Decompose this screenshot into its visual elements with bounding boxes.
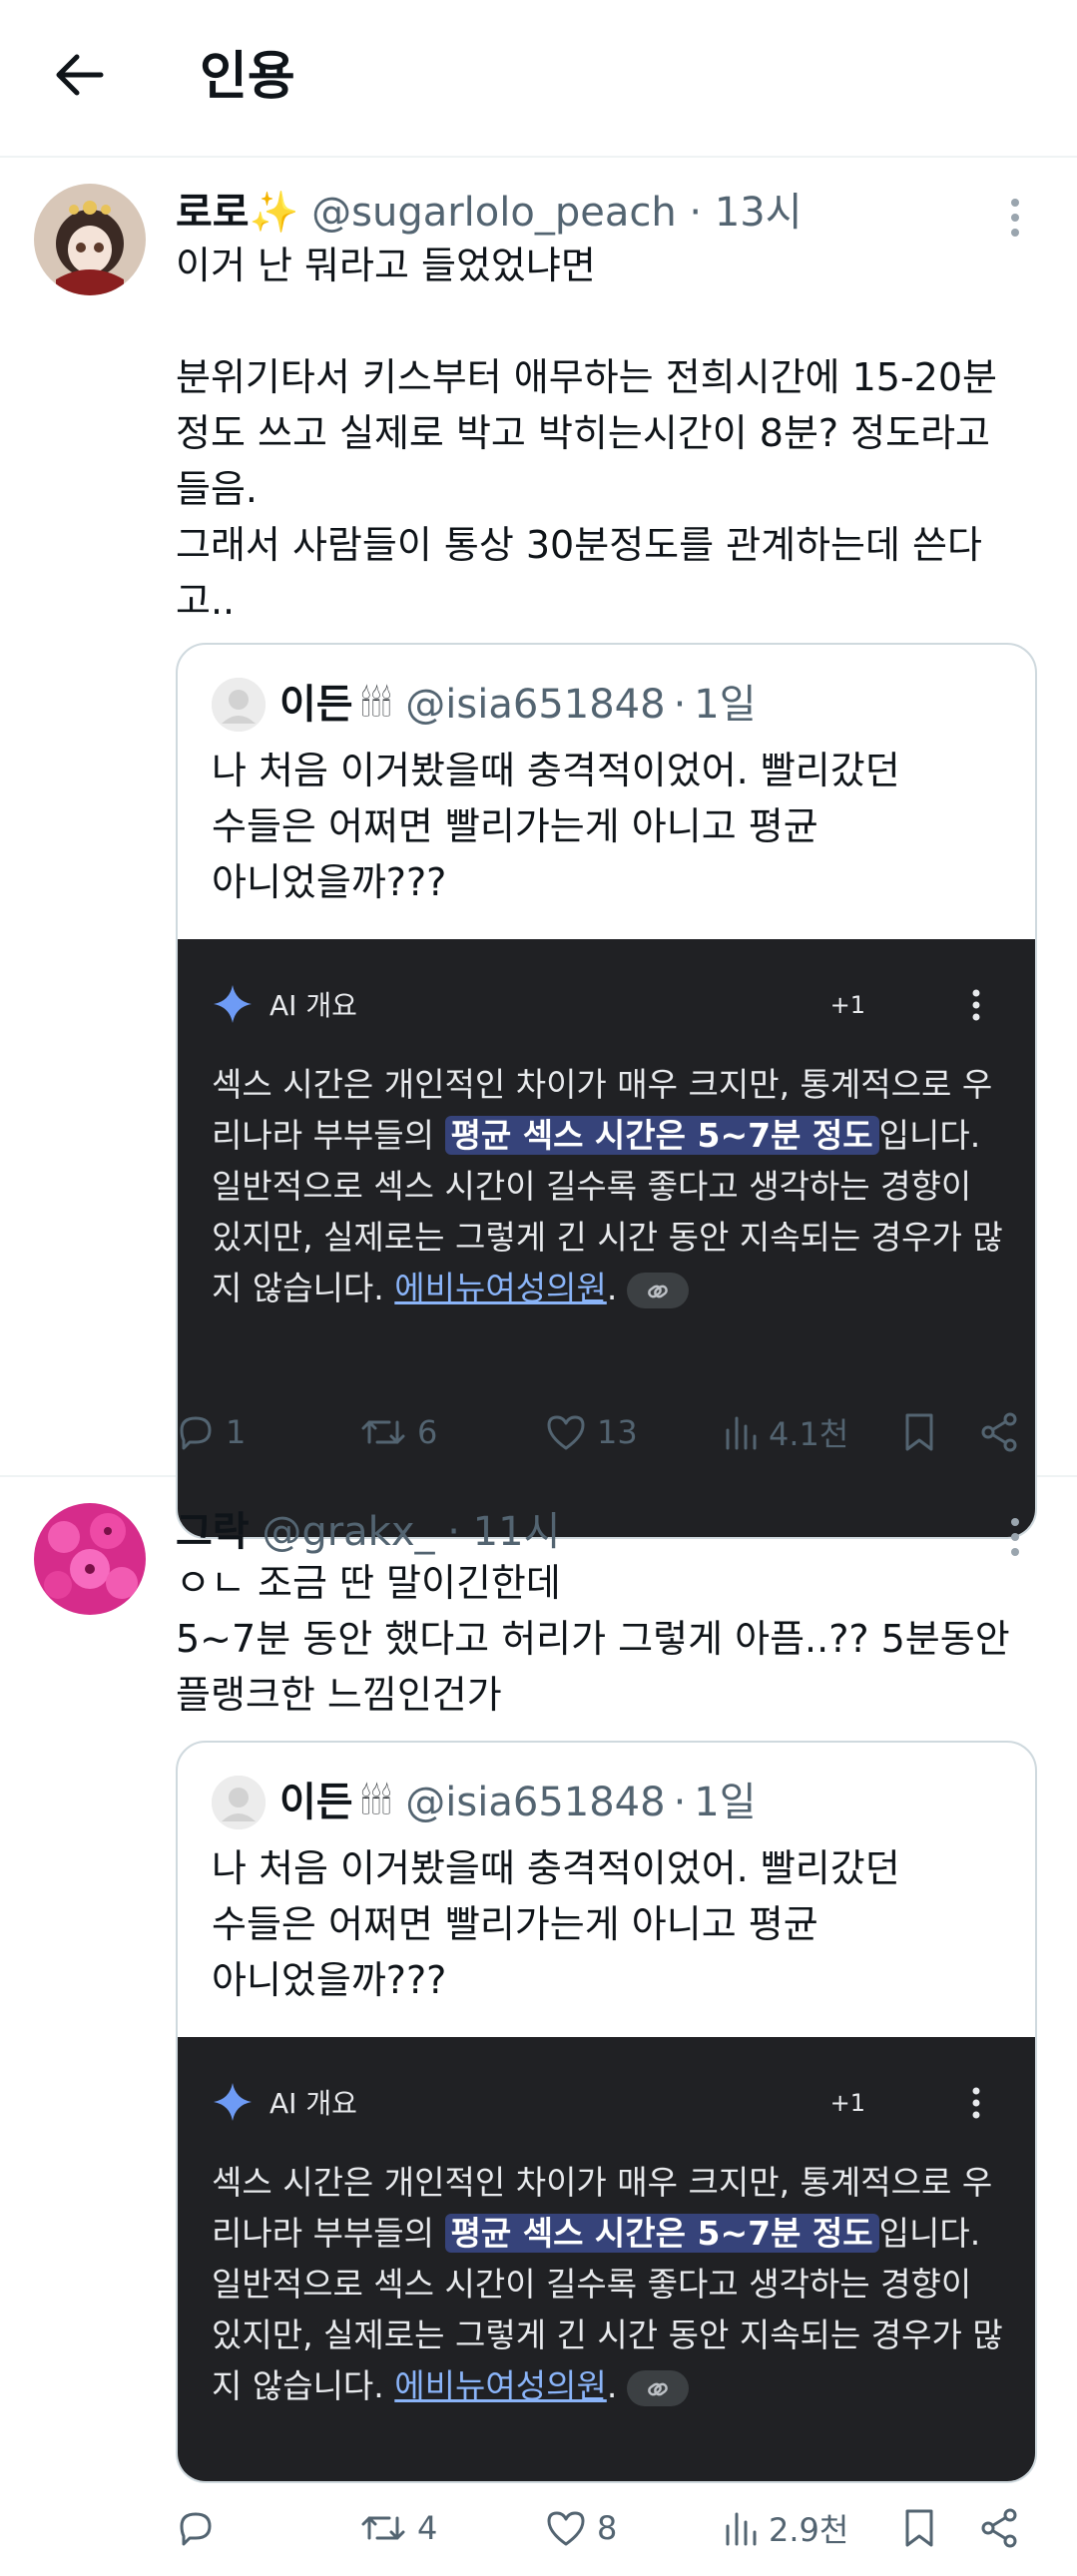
avatar — [212, 1776, 266, 1829]
display-name[interactable]: 그락 — [176, 1509, 250, 1555]
ai-overview-title: AI 개요 — [269, 989, 357, 1022]
more-vertical-icon — [972, 989, 980, 1021]
like-count: 8 — [597, 2509, 618, 2547]
ai-overview-header: AI 개요 — [212, 2077, 357, 2127]
views-chart-icon — [726, 2512, 757, 2546]
link-icon — [648, 2382, 669, 2395]
candle-emoji: 🕯🕯🕯 — [360, 684, 392, 725]
tweet-text: ㅇㄴ 조금 딴 말이긴한데 5~7분 동안 했다고 허리가 그렇게 아픔..??… — [176, 1561, 1010, 1717]
tweet-actions: 1 6 13 4.1천 — [176, 1402, 1045, 1462]
bookmark-button[interactable] — [902, 1402, 936, 1462]
views-button[interactable]: 2.9천 — [723, 2498, 848, 2558]
candle-emoji: 🕯🕯🕯 — [360, 1782, 392, 1822]
separator-dot: · — [689, 190, 703, 236]
timestamp[interactable]: 13시 — [715, 190, 803, 236]
sparkle-icon — [214, 985, 252, 1023]
display-name: 이든 — [279, 1780, 353, 1825]
ai-text-part: . — [606, 2366, 618, 2405]
avatar — [212, 678, 266, 732]
retweet-icon — [361, 1420, 405, 1444]
views-button[interactable]: 4.1천 — [723, 1402, 848, 1462]
tweet-header: 로로✨ @sugarlolo_peach · 13시 — [176, 182, 803, 244]
link-chip — [627, 1272, 690, 1308]
back-arrow-icon — [56, 54, 104, 96]
link-icon — [648, 1285, 669, 1297]
bookmark-button[interactable] — [902, 2498, 936, 2558]
like-button[interactable]: 13 — [545, 1402, 638, 1462]
back-button[interactable] — [44, 40, 114, 110]
more-vertical-icon — [1011, 1518, 1019, 1556]
source-link: 에비뉴여성의원 — [394, 2366, 607, 2405]
share-icon — [981, 2508, 1017, 2548]
ai-overview-title: AI 개요 — [269, 2087, 357, 2120]
avatar[interactable] — [34, 1503, 146, 1615]
user-handle: @isia651848 — [405, 682, 666, 728]
user-handle[interactable]: @grakx_ — [262, 1509, 434, 1555]
reply-button[interactable]: 1 — [176, 1402, 246, 1462]
timestamp[interactable]: 11시 — [473, 1509, 561, 1555]
avatar[interactable] — [34, 184, 146, 295]
more-vertical-icon — [972, 2087, 980, 2119]
tweet-text: 이거 난 뭐라고 들었었냐면 분위기타서 키스부터 애무하는 전희시간에 15-… — [176, 244, 997, 623]
display-name[interactable]: 로로✨ — [176, 190, 298, 236]
retweet-button[interactable]: 4 — [359, 2498, 437, 2558]
ai-overview-text: 섹스 시간은 개인적인 차이가 매우 크지만, 통계적으로 우리나라 부부들의 … — [212, 2157, 1005, 2411]
tweet-actions: 4 8 2.9천 — [176, 2498, 1045, 2558]
quoted-tweet-header: 이든 🕯🕯🕯 @isia651848 · 1일 — [212, 1773, 757, 1832]
like-button[interactable]: 8 — [545, 2498, 617, 2558]
display-name: 이든 — [279, 682, 353, 728]
tweet[interactable]: 그락 @grakx_ · 11시 ㅇㄴ 조금 딴 말이긴한데 5~7분 동안 했… — [0, 1479, 1077, 2576]
reply-icon — [180, 1416, 212, 1450]
view-count: 2.9천 — [769, 2511, 849, 2549]
bookmark-icon — [905, 1413, 933, 1451]
heart-icon — [547, 1415, 585, 1450]
quoted-tweet-text: 나 처음 이거봤을때 충격적이었어. 빨리갔던 수들은 어쩌면 빨리가는게 아니… — [212, 1846, 900, 2002]
reply-button[interactable] — [176, 2498, 226, 2558]
source-count: +1 — [829, 2089, 865, 2117]
highlighted-text: 평균 섹스 시간은 5~7분 정도 — [444, 1116, 879, 1155]
source-link: 에비뉴여성의원 — [394, 1269, 607, 1307]
separator-dot: · — [673, 1780, 687, 1825]
tweet-header: 그락 @grakx_ · 11시 — [176, 1501, 560, 1563]
page-title: 인용 — [200, 47, 295, 107]
timestamp: 1일 — [694, 1780, 757, 1825]
quoted-tweet[interactable]: 이든 🕯🕯🕯 @isia651848 · 1일 나 처음 이거봤을때 충격적이었… — [176, 1741, 1037, 2483]
user-handle: @isia651848 — [405, 1780, 666, 1825]
top-bar: 인용 — [0, 0, 1077, 158]
sparkle-icon — [214, 2083, 252, 2121]
share-icon — [981, 1412, 1017, 1452]
retweet-icon — [361, 2516, 405, 2540]
source-count: +1 — [829, 991, 865, 1019]
like-count: 13 — [597, 1413, 638, 1451]
share-button[interactable] — [978, 2498, 1020, 2558]
view-count: 4.1천 — [769, 1415, 849, 1453]
views-chart-icon — [726, 1416, 757, 1450]
share-button[interactable] — [978, 1402, 1020, 1462]
ai-overview-image: AI 개요 +1 섹스 시간은 개인적인 차이가 매우 크지만, 통계적으로 우… — [178, 2037, 1035, 2481]
retweet-count: 6 — [417, 1413, 438, 1451]
ai-overview-text: 섹스 시간은 개인적인 차이가 매우 크지만, 통계적으로 우리나라 부부들의 … — [212, 1059, 1005, 1313]
reply-count: 1 — [226, 1413, 247, 1451]
reply-icon — [180, 2512, 212, 2546]
retweet-button[interactable]: 6 — [359, 1402, 437, 1462]
link-chip — [627, 2369, 690, 2406]
user-handle[interactable]: @sugarlolo_peach — [311, 190, 677, 236]
quoted-tweet-header: 이든 🕯🕯🕯 @isia651848 · 1일 — [212, 675, 757, 735]
separator-dot: · — [673, 682, 687, 728]
quoted-tweet-text: 나 처음 이거봤을때 충격적이었어. 빨리갔던 수들은 어쩌면 빨리가는게 아니… — [212, 749, 900, 904]
ai-overview-header: AI 개요 — [212, 979, 357, 1029]
bookmark-icon — [905, 2509, 933, 2547]
separator-dot: · — [447, 1509, 460, 1555]
highlighted-text: 평균 섹스 시간은 5~7분 정도 — [444, 2214, 879, 2253]
timestamp: 1일 — [694, 682, 757, 728]
retweet-count: 4 — [417, 2509, 438, 2547]
ai-text-part: . — [606, 1269, 618, 1307]
heart-icon — [547, 2511, 585, 2546]
tweet[interactable]: 로로✨ @sugarlolo_peach · 13시 이거 난 뭐라고 들었었냐… — [0, 160, 1077, 1539]
more-vertical-icon — [1011, 199, 1019, 237]
